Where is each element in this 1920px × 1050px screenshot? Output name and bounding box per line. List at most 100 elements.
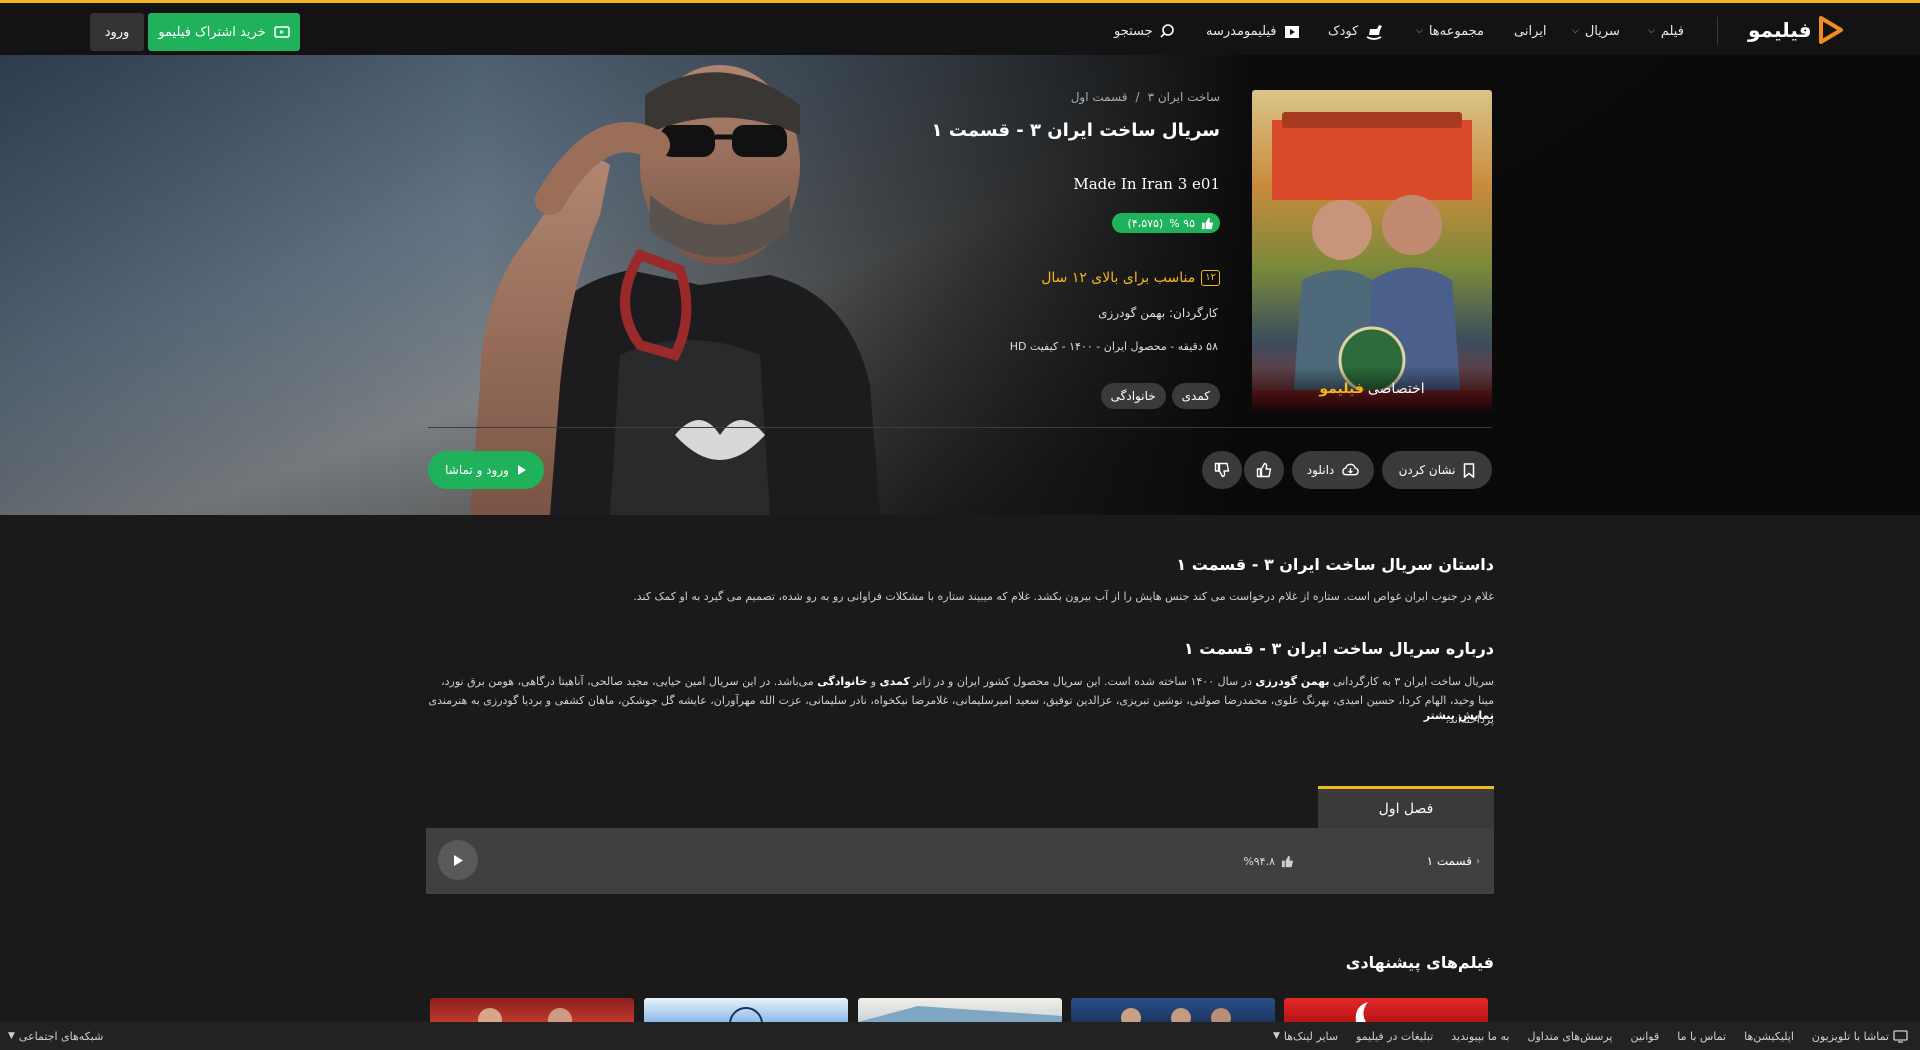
filimo-logo[interactable]: فیلیمو: [1748, 15, 1844, 45]
footer-link-ads[interactable]: تبلیغات در فیلیمو: [1356, 1030, 1433, 1043]
suggestion-card[interactable]: [644, 998, 848, 1022]
bookmark-icon: [1464, 462, 1475, 478]
tv-icon: [1893, 1029, 1908, 1043]
about-heading: درباره سریال ساخت ایران ۳ - قسمت ۱: [1183, 639, 1494, 658]
thumbs-up-icon: [1256, 462, 1272, 478]
nav-film-label: فیلم: [1660, 23, 1684, 39]
footer-link-faq[interactable]: پرسش‌های متداول: [1527, 1030, 1612, 1043]
suggestion-card[interactable]: [1071, 998, 1275, 1022]
footer-links: تماشا با تلویزیون اپلیکیشن‌ها تماس با ما…: [1273, 1022, 1908, 1050]
nav-iranian[interactable]: ایرانی: [1514, 17, 1546, 45]
footer-bar: تماشا با تلویزیون اپلیکیشن‌ها تماس با ما…: [0, 1022, 1920, 1050]
nav-kids[interactable]: کودک: [1328, 17, 1384, 45]
footer-link-terms[interactable]: قوانین: [1630, 1030, 1659, 1043]
footer-link-join[interactable]: به ما بپیوندید: [1451, 1030, 1509, 1043]
episode-row[interactable]: ‹ قسمت ۱ %۹۴.۸: [426, 828, 1494, 894]
nav-filimo-school-label: فیلیمومدرسه: [1206, 23, 1277, 39]
nav-search-label: جستجو: [1114, 23, 1153, 39]
footer-social-toggle[interactable]: شبکه‌های اجتماعی ▼: [8, 1022, 103, 1050]
suggestion-card[interactable]: [858, 998, 1062, 1022]
footer-link-other[interactable]: سایر لینک‌ها ▼: [1273, 1030, 1338, 1043]
about-text-part: در سال ۱۴۰۰ ساخته شده است. این سریال محص…: [909, 675, 1256, 688]
caret-down-icon: ▼: [1272, 1031, 1280, 1041]
search-icon: [1160, 24, 1174, 38]
hero-section: اختصاصی فیلیمو ساخت ایران ۳ / قسمت اول س…: [0, 55, 1920, 515]
poster-artwork: [1252, 112, 1492, 412]
genre-tag-comedy[interactable]: کمدی: [1171, 383, 1220, 409]
suggestion-card[interactable]: [1284, 998, 1488, 1022]
nav-search[interactable]: جستجو: [1114, 17, 1175, 45]
breadcrumb: ساخت ایران ۳ / قسمت اول: [900, 90, 1220, 110]
buy-subscription-label: خرید اشتراک فیلیمو: [158, 24, 266, 40]
rating-count: (۴،۵۷۵): [1127, 216, 1164, 230]
footer-link-apps[interactable]: اپلیکیشن‌ها: [1744, 1030, 1794, 1043]
caret-down-icon: ▼: [8, 1031, 15, 1041]
nav-iranian-label: ایرانی: [1514, 23, 1547, 39]
show-more-link[interactable]: نمایش بیشتر: [1300, 709, 1494, 727]
nav-divider: [1717, 17, 1718, 45]
top-navigation-bar: فیلیمو فیلم ⌵ سریال ⌵ ایرانی مجموعه‌ها ⌵…: [0, 0, 1920, 55]
episode-title[interactable]: ‹ قسمت ۱: [1427, 852, 1480, 870]
suggestion-thumbnail: [478, 1008, 572, 1022]
logo-text: فیلیمو: [1748, 18, 1812, 42]
tab-season-1[interactable]: فصل اول: [1318, 786, 1494, 828]
episode-play-button[interactable]: [438, 840, 478, 880]
suggestion-thumbnail: [858, 1006, 1062, 1022]
filimo-play-logo-icon: [1818, 16, 1843, 44]
suggestion-thumbnail: [1355, 1002, 1368, 1022]
exclusive-badge: اختصاصی فیلیمو: [1252, 366, 1492, 412]
bookmark-button[interactable]: نشان کردن: [1382, 451, 1492, 489]
episode-rating: %۹۴.۸: [1243, 852, 1294, 870]
footer-link-contact[interactable]: تماس با ما: [1677, 1030, 1726, 1043]
thumbs-down-icon: [1214, 462, 1230, 478]
bookmark-label: نشان کردن: [1398, 463, 1456, 477]
chevron-down-icon: ⌵: [1648, 26, 1655, 36]
footer-link-tv[interactable]: تماشا با تلویزیون: [1812, 1030, 1908, 1043]
series-poster[interactable]: اختصاصی فیلیمو: [1252, 90, 1492, 412]
nav-series-label: سریال: [1584, 23, 1620, 39]
play-icon: [517, 465, 526, 475]
footer-link-label: تماشا با تلویزیون: [1811, 1029, 1889, 1043]
nav-filimo-school[interactable]: فیلیمومدرسه: [1206, 17, 1301, 45]
suggestions-heading: فیلم‌های پیشنهادی: [1345, 953, 1494, 972]
rocking-horse-icon: [1366, 25, 1383, 40]
english-title: Made In Iran 3 e01: [1073, 175, 1220, 193]
episode-title-label: قسمت ۱: [1426, 854, 1472, 868]
login-button[interactable]: ورود: [90, 13, 144, 51]
chevron-down-icon: ⌵: [1416, 26, 1423, 36]
genre-tag-family[interactable]: خانوادگی: [1100, 383, 1166, 409]
story-text: غلام در جنوب ایران غواص است. ستاره از غل…: [633, 590, 1494, 603]
like-button[interactable]: [1244, 451, 1284, 489]
suggestion-thumbnail: [729, 1007, 763, 1022]
nav-film[interactable]: فیلم ⌵: [1648, 17, 1684, 45]
nav-collections-label: مجموعه‌ها: [1428, 23, 1484, 39]
user-rating-badge: ۹۵ % (۴،۵۷۵): [1112, 213, 1220, 233]
about-genre-link[interactable]: کمدی: [880, 675, 910, 688]
download-button[interactable]: دانلود: [1292, 451, 1374, 489]
age-rating: ۱۲ مناسب برای بالای ۱۲ سال: [900, 267, 1220, 289]
hero-divider: [428, 427, 1492, 428]
breadcrumb-series-link[interactable]: ساخت ایران ۳: [1148, 90, 1220, 110]
breadcrumb-episode-link[interactable]: قسمت اول: [1071, 90, 1128, 110]
school-icon: [1284, 26, 1299, 38]
login-and-watch-button[interactable]: ورود و تماشا: [428, 451, 544, 489]
about-genre-link[interactable]: خانوادگی: [817, 675, 867, 688]
episode-meta: ۵۸ دقیقه - محصول ایران - ۱۴۰۰ - کیفیت HD: [1009, 340, 1218, 353]
exclusive-brand: فیلیمو: [1319, 381, 1364, 397]
buy-subscription-button[interactable]: خرید اشتراک فیلیمو: [148, 13, 300, 51]
ticket-icon: [273, 26, 290, 38]
nav-collections[interactable]: مجموعه‌ها ⌵: [1416, 17, 1484, 45]
thumbs-up-icon: [1281, 855, 1294, 867]
genre-tags: کمدی خانوادگی: [900, 383, 1220, 409]
nav-series[interactable]: سریال ⌵: [1572, 17, 1620, 45]
exclusive-label: اختصاصی: [1367, 381, 1425, 397]
rating-percent: ۹۵ %: [1169, 216, 1195, 230]
footer-social-label: شبکه‌های اجتماعی: [18, 1029, 104, 1043]
director-info: کارگردان: بهمن گودرزی: [1098, 306, 1218, 320]
cloud-download-icon: [1342, 463, 1360, 476]
dislike-button[interactable]: [1202, 451, 1242, 489]
watch-label: ورود و تماشا: [445, 463, 509, 477]
about-director-link[interactable]: بهمن گودرزی: [1255, 675, 1329, 688]
suggestion-card[interactable]: [430, 998, 634, 1022]
nav-kids-label: کودک: [1328, 23, 1359, 39]
